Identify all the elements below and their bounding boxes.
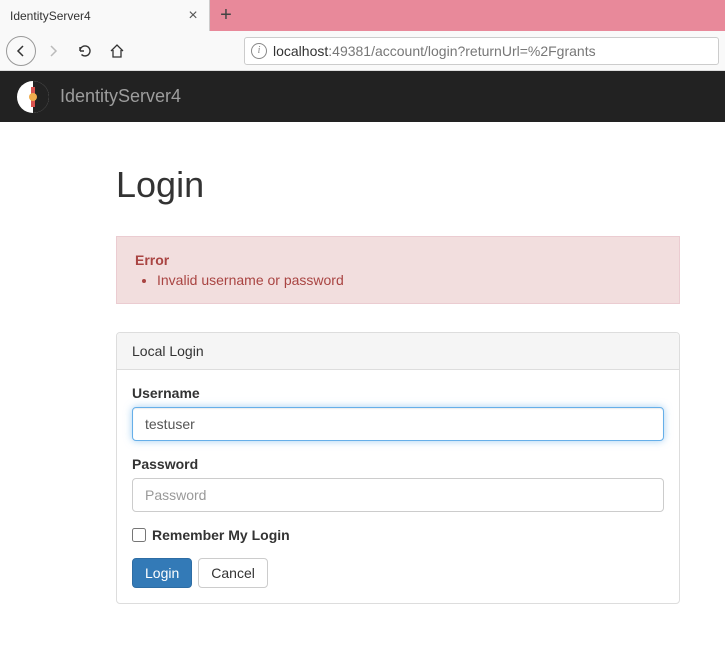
arrow-right-icon <box>45 43 61 59</box>
app-brand[interactable]: IdentityServer4 <box>60 86 181 107</box>
reload-icon <box>77 43 93 59</box>
username-input[interactable] <box>132 407 664 441</box>
browser-tab[interactable]: IdentityServer4 × <box>0 0 210 31</box>
username-group: Username <box>132 385 664 441</box>
error-alert: Error Invalid username or password <box>116 236 680 304</box>
back-button[interactable] <box>6 36 36 66</box>
url-bar[interactable]: i localhost:49381/account/login?returnUr… <box>244 37 719 65</box>
page-container: Login Error Invalid username or password… <box>0 122 680 604</box>
browser-nav-bar: i localhost:49381/account/login?returnUr… <box>0 31 725 71</box>
forward-button <box>38 36 68 66</box>
alert-heading: Error <box>135 252 169 268</box>
remember-checkbox[interactable] <box>132 528 146 542</box>
button-row: Login Cancel <box>132 558 664 588</box>
info-icon[interactable]: i <box>251 43 267 59</box>
tab-title: IdentityServer4 <box>10 9 185 23</box>
login-panel: Local Login Username Password Remember M… <box>116 332 680 604</box>
app-navbar: IdentityServer4 <box>0 71 725 122</box>
new-tab-button[interactable]: + <box>210 0 242 31</box>
panel-heading: Local Login <box>117 333 679 370</box>
password-group: Password <box>132 456 664 512</box>
password-label: Password <box>132 456 664 472</box>
app-logo-icon <box>16 80 50 114</box>
username-label: Username <box>132 385 664 401</box>
panel-body: Username Password Remember My Login Logi… <box>117 370 679 603</box>
home-icon <box>109 43 125 59</box>
remember-label[interactable]: Remember My Login <box>152 527 290 543</box>
page-title: Login <box>116 164 680 206</box>
arrow-left-icon <box>13 43 29 59</box>
login-button[interactable]: Login <box>132 558 192 588</box>
home-button[interactable] <box>102 36 132 66</box>
cancel-button[interactable]: Cancel <box>198 558 268 588</box>
alert-message: Invalid username or password <box>157 272 661 288</box>
close-icon[interactable]: × <box>185 8 201 24</box>
url-text: localhost:49381/account/login?returnUrl=… <box>273 43 596 59</box>
remember-group: Remember My Login <box>132 527 664 543</box>
reload-button[interactable] <box>70 36 100 66</box>
password-input[interactable] <box>132 478 664 512</box>
browser-tab-bar: IdentityServer4 × + <box>0 0 725 31</box>
